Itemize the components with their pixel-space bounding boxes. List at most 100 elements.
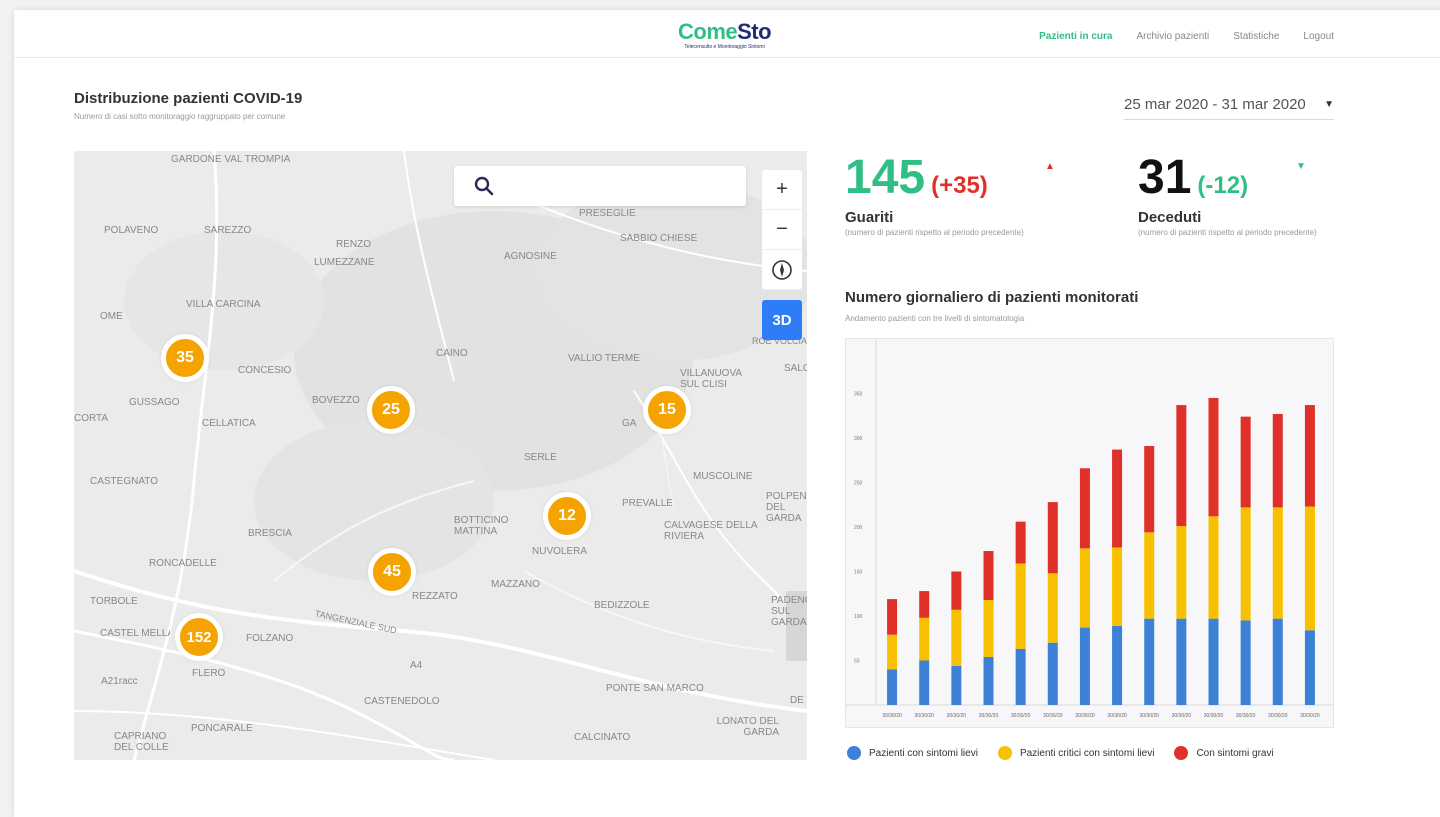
x-tick-label: 30/30/20 [1268, 713, 1288, 719]
chart-bar-segment [1015, 648, 1026, 705]
y-tick-label: 300 [854, 436, 863, 442]
map-place-label: PRESEGLIE [579, 208, 636, 219]
legend-item-critical-mild[interactable]: Pazienti critici con sintomi lievi [997, 746, 1155, 760]
map-place-label: SABBIO CHIESE [620, 233, 698, 244]
map-3d-toggle-button[interactable]: 3D [762, 300, 802, 340]
x-tick-label: 30/30/20 [882, 713, 902, 719]
map-place-label: CONCESIO [238, 365, 292, 376]
x-tick-label: 30/30/20 [1172, 713, 1192, 719]
map-place-label: FOLZANO [246, 633, 294, 644]
chart-bar-segment [983, 656, 994, 705]
chart-bar-segment [1272, 413, 1283, 508]
map-place-label: VALLIO TERME [568, 353, 640, 364]
map-cluster-marker[interactable]: 12 [543, 492, 591, 540]
map-place-label: SALO [784, 363, 807, 374]
x-tick-label: 30/30/20 [1300, 713, 1320, 719]
recovered-value: 145 [845, 151, 926, 204]
page-title: Distribuzione pazienti COVID-19 [74, 90, 303, 107]
compass-button[interactable] [762, 250, 802, 290]
nav-logout[interactable]: Logout [1303, 31, 1334, 42]
map-place-label: CAPRIANO DEL COLLE [114, 731, 169, 753]
legend-label: Pazienti critici con sintomi lievi [1019, 747, 1155, 759]
nav-pazienti-in-cura[interactable]: Pazienti in cura [1039, 31, 1112, 42]
x-tick-label: 30/30/20 [1075, 713, 1095, 719]
app-window: ComeSto Telecensulto e Monitoraggio Sint… [14, 10, 1440, 817]
map-place-label: PADENGHE SUL GARDA [771, 595, 807, 628]
map-place-label: CASTEL MELLA [100, 628, 170, 639]
patients-map[interactable]: GARDONE VAL TROMPIA POLAVENO SAREZZO REN… [74, 151, 807, 760]
chart-bar-segment [1304, 405, 1315, 507]
map-place-label: GUSSAGO [129, 397, 180, 408]
map-cluster-marker[interactable]: 152 [175, 613, 223, 661]
y-tick-label: 100 [854, 614, 863, 620]
legend-item-mild[interactable]: Pazienti con sintomi lievi [847, 746, 978, 760]
y-tick-label: 50 [854, 659, 860, 665]
map-place-label: CAINO [436, 348, 468, 359]
nav-statistiche[interactable]: Statistiche [1233, 31, 1279, 42]
zoom-in-button[interactable]: + [762, 170, 802, 210]
chart-bar-segment [887, 669, 898, 705]
main-nav: Pazienti in cura Archivio pazienti Stati… [1039, 31, 1334, 42]
chart-bar-segment [1208, 618, 1219, 705]
map-place-label: PONCARALE [191, 723, 253, 734]
chart-bar-segment [951, 571, 962, 610]
daily-patients-chart: 50 100 150 200 250 300 350 30/30/20 30/30/20 30/3… [845, 338, 1334, 728]
map-place-label: LONATO DEL GARDA [716, 716, 779, 738]
comesto-logo[interactable]: ComeSto Telecensulto e Monitoraggio Sint… [678, 19, 772, 51]
chart-title: Numero giornaliero di pazienti monitorat… [845, 289, 1139, 306]
chart-subtitle: Andamento pazienti con tre livelli di si… [845, 314, 1025, 323]
chart-bar-segment [1144, 618, 1155, 705]
chart-bar-segment [1112, 625, 1123, 705]
map-place-label: OME [100, 311, 123, 322]
map-cluster-marker[interactable]: 45 [368, 548, 416, 596]
recovered-delta: (+35) [931, 172, 988, 199]
chart-bar-segment [1304, 630, 1315, 705]
map-place-label: LUMEZZANE [314, 257, 375, 268]
map-place-label: BRESCIA [248, 528, 292, 539]
chart-bar-segment [1208, 397, 1219, 517]
map-place-label: CELLATICA [202, 418, 256, 429]
map-cluster-marker[interactable]: 15 [643, 386, 691, 434]
map-place-label: FLERO [192, 668, 226, 679]
y-tick-label: 350 [854, 392, 863, 398]
chart-bar-segment [1176, 526, 1187, 619]
chart-bar-segment [1240, 416, 1251, 508]
chart-bar-segment [1015, 521, 1026, 564]
chart-bar-segment [919, 591, 930, 618]
triangle-down-icon: ▼ [1296, 161, 1306, 172]
map-place-label: CASTEGNATO [90, 476, 158, 487]
chart-bar-segment [1079, 468, 1090, 549]
zoom-out-button[interactable]: − [762, 210, 802, 250]
map-place-label: VILLANUOVA SUL CLISI [680, 368, 742, 390]
y-tick-label: 150 [854, 570, 863, 576]
chart-bar-segment [1304, 506, 1315, 631]
map-place-label: BOVEZZO [312, 395, 360, 406]
chart-bar-segment [1144, 532, 1155, 619]
deceased-value: 31 [1138, 151, 1192, 204]
chart-bar-segment [1112, 449, 1123, 548]
map-place-label: VILLA CARCINA [186, 299, 261, 310]
top-header: ComeSto Telecensulto e Monitoraggio Sint… [14, 10, 1440, 58]
x-tick-label: 30/30/20 [914, 713, 934, 719]
map-place-label: A21racc [101, 676, 138, 687]
bar-chart-svg: 50 100 150 200 250 300 350 30/30/20 30/30/20 30/3… [846, 339, 1333, 719]
map-cluster-marker[interactable]: 25 [367, 386, 415, 434]
map-place-label: NUVOLERA [532, 546, 588, 557]
chart-bar-segment [1047, 573, 1058, 643]
nav-archivio-pazienti[interactable]: Archivio pazienti [1136, 31, 1209, 42]
logo-sto-text: Sto [737, 19, 772, 44]
x-tick-label: 30/30/20 [1204, 713, 1224, 719]
map-place-label: CASTENEDOLO [364, 696, 440, 707]
map-place-label: RONCADELLE [149, 558, 217, 569]
chart-bar-segment [919, 617, 930, 661]
legend-item-severe[interactable]: Con sintomi gravi [1174, 746, 1274, 760]
deceased-stat: 31 (-12) Deceduti (numero di pazienti ris… [1138, 151, 1317, 238]
x-tick-label: 30/30/20 [979, 713, 999, 719]
legend-label: Pazienti con sintomi lievi [869, 747, 978, 759]
map-search-input[interactable] [504, 174, 734, 198]
date-range-value: 25 mar 2020 - 31 mar 2020 [1124, 96, 1306, 113]
legend-swatch [997, 746, 1012, 760]
map-place-label: BEDIZZOLE [594, 600, 650, 611]
map-cluster-marker[interactable]: 35 [161, 334, 209, 382]
date-range-select[interactable]: 25 mar 2020 - 31 mar 2020 ▼ [1124, 96, 1334, 120]
